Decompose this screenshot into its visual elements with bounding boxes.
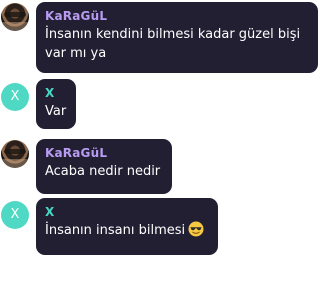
message-text-content: İnsanın insanı bilmesi (45, 223, 186, 238)
sender-name[interactable]: X (45, 204, 209, 220)
message-text: Var (45, 104, 67, 119)
message-bubble: X İnsanın insanı bilmesi (36, 198, 218, 255)
message-bubble: KaRaGüL İnsanın kendini bilmesi kadar gü… (36, 2, 318, 73)
avatar[interactable] (1, 140, 29, 168)
sender-name[interactable]: KaRaGüL (45, 145, 163, 161)
avatar[interactable] (1, 3, 29, 31)
message-bubble: X Var (36, 79, 76, 129)
message-bubble: KaRaGüL Acaba nedir nedir (36, 139, 172, 194)
message-text: İnsanın insanı bilmesi (45, 221, 209, 243)
message-text: İnsanın kendini bilmesi kadar güzel bişi… (45, 27, 305, 61)
sender-name[interactable]: KaRaGüL (45, 8, 309, 24)
avatar[interactable]: X (1, 83, 29, 111)
sender-name[interactable]: X (45, 85, 67, 101)
smiling-face-with-sunglasses-icon (188, 221, 204, 243)
avatar[interactable]: X (1, 201, 29, 229)
message-text: Acaba nedir nedir (45, 164, 161, 179)
